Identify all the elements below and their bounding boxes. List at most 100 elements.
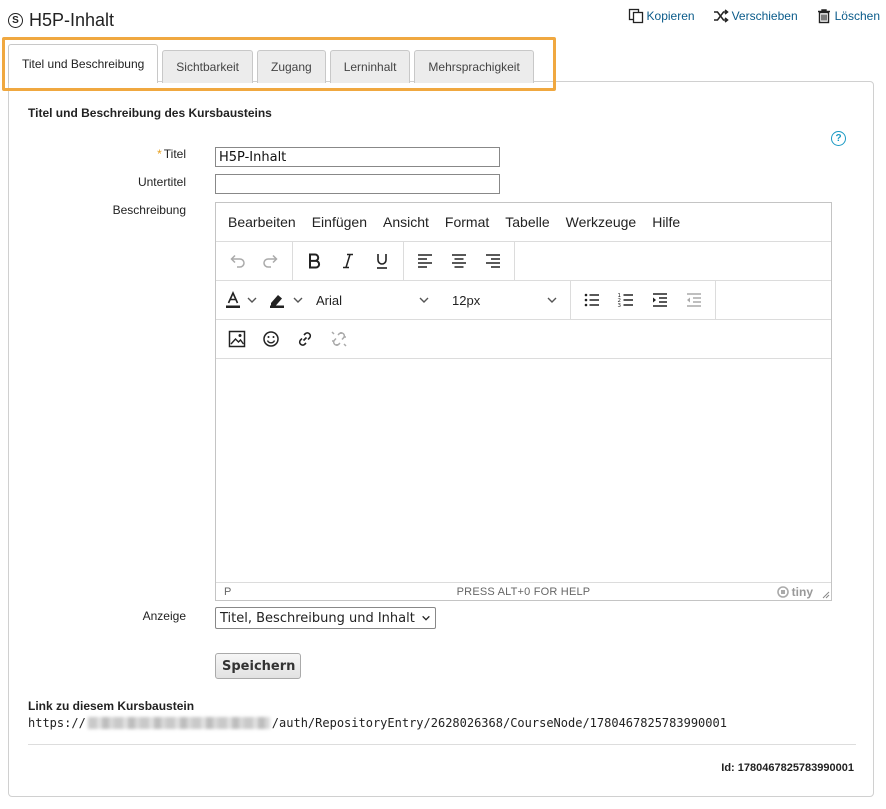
help-hint: PRESS ALT+0 FOR HELP <box>456 585 591 598</box>
link-icon <box>298 332 312 346</box>
required-marker: * <box>157 147 162 161</box>
tiny-brand[interactable]: tiny <box>776 584 813 599</box>
text-color-icon <box>226 291 240 308</box>
copy-label: Kopieren <box>646 9 695 23</box>
toolbar-row-2: Arial 12px 123 <box>216 281 831 320</box>
insert-group <box>216 320 360 358</box>
move-button[interactable]: Verschieben <box>713 8 798 24</box>
chevron-down-icon <box>422 615 430 621</box>
menu-table[interactable]: Tabelle <box>497 214 557 230</box>
chevron-down-icon <box>247 297 257 303</box>
section-title: Titel und Beschreibung des Kursbausteins <box>28 106 272 120</box>
delete-label: Löschen <box>834 9 880 23</box>
font-size-value: 12px <box>452 292 481 308</box>
tab-bar: Titel und Beschreibung Sichtbarkeit Zuga… <box>8 44 534 83</box>
divider <box>28 744 856 745</box>
editor-content-area[interactable] <box>216 360 831 583</box>
indent-button[interactable] <box>643 285 677 315</box>
toolbar-row-3 <box>216 320 831 359</box>
menu-tools[interactable]: Werkzeuge <box>558 214 645 230</box>
highlight-color-dropdown[interactable] <box>292 285 312 315</box>
menu-insert[interactable]: Einfügen <box>304 214 375 230</box>
header-actions: Kopieren Verschieben Löschen <box>628 8 880 24</box>
redo-button[interactable] <box>254 246 288 276</box>
emoji-icon <box>263 331 279 347</box>
link-title: Link zu diesem Kursbaustein <box>28 699 195 713</box>
tab-panel: Titel und Beschreibung des Kursbausteins… <box>8 81 874 797</box>
tab-visibility[interactable]: Sichtbarkeit <box>162 50 253 83</box>
display-select[interactable]: Titel, Beschreibung und Inhalt <box>215 607 436 629</box>
align-right-icon <box>486 254 500 268</box>
node-id: Id: 1780467825783990001 <box>721 762 854 774</box>
subtitle-label: Untertitel <box>137 175 186 189</box>
menu-format[interactable]: Format <box>437 214 497 230</box>
copy-button[interactable]: Kopieren <box>628 8 695 24</box>
font-family-select[interactable]: Arial <box>312 285 442 315</box>
numbered-list-button[interactable]: 123 <box>609 285 643 315</box>
move-label: Verschieben <box>731 9 798 23</box>
align-right-button[interactable] <box>476 246 510 276</box>
tab-multilingual[interactable]: Mehrsprachigkeit <box>414 50 534 83</box>
rich-text-editor: Bearbeiten Einfügen Ansicht Format Tabel… <box>215 202 832 601</box>
italic-button[interactable] <box>331 246 365 276</box>
outdent-button[interactable] <box>677 285 711 315</box>
chevron-down-icon <box>419 297 429 303</box>
format-group <box>293 242 404 280</box>
align-group <box>404 242 515 280</box>
insert-image-button[interactable] <box>220 324 254 354</box>
highlighter-icon <box>270 295 284 308</box>
undo-button[interactable] <box>220 246 254 276</box>
text-color-button[interactable] <box>220 285 246 315</box>
tab-access[interactable]: Zugang <box>257 50 326 83</box>
indent-icon <box>653 293 667 307</box>
align-center-button[interactable] <box>442 246 476 276</box>
redo-icon <box>263 254 278 268</box>
menu-edit[interactable]: Bearbeiten <box>220 214 304 230</box>
delete-button[interactable]: Löschen <box>816 8 880 24</box>
display-select-value: Titel, Beschreibung und Inhalt <box>220 610 415 626</box>
bold-icon <box>309 253 321 269</box>
tab-title-description[interactable]: Titel und Beschreibung <box>8 44 159 83</box>
font-size-select[interactable]: 12px <box>442 285 570 315</box>
menu-view[interactable]: Ansicht <box>375 214 437 230</box>
numbered-list-icon: 123 <box>618 293 633 309</box>
history-group <box>216 242 293 280</box>
bullet-list-button[interactable] <box>575 285 609 315</box>
tiny-logo-icon <box>776 585 789 598</box>
tab-learning-content[interactable]: Lerninhalt <box>329 50 411 83</box>
save-button[interactable]: Speichern <box>215 653 301 679</box>
title-input[interactable] <box>215 147 500 167</box>
image-icon <box>228 330 246 348</box>
unlink-button[interactable] <box>322 324 356 354</box>
page-title: H5P-Inhalt <box>29 10 115 30</box>
tiny-brand-label: tiny <box>791 584 813 599</box>
font-family-value: Arial <box>316 292 343 308</box>
copy-icon <box>628 8 643 24</box>
trash-icon <box>817 9 830 24</box>
resize-handle-icon[interactable] <box>821 590 830 599</box>
insert-link-button[interactable] <box>288 324 322 354</box>
chevron-down-icon <box>293 297 303 303</box>
bold-button[interactable] <box>297 246 331 276</box>
editor-statusbar: P PRESS ALT+0 FOR HELP tiny <box>216 582 831 600</box>
align-center-icon <box>452 254 466 268</box>
undo-icon <box>230 254 245 268</box>
title-label-text: Titel <box>163 147 186 161</box>
underline-button[interactable] <box>365 246 399 276</box>
title-wrap: S H5P-Inhalt <box>8 10 114 31</box>
menu-help[interactable]: Hilfe <box>644 214 688 230</box>
description-label: Beschreibung <box>112 203 186 217</box>
help-icon[interactable]: ? <box>831 131 846 146</box>
subtitle-input[interactable] <box>215 174 500 194</box>
underline-icon <box>377 254 387 269</box>
chevron-down-icon <box>547 297 557 303</box>
highlight-color-button[interactable] <box>262 285 292 315</box>
toolbar-row-1 <box>216 242 831 281</box>
emoji-button[interactable] <box>254 324 288 354</box>
text-color-dropdown[interactable] <box>246 285 262 315</box>
node-link[interactable]: https:// /auth/RepositoryEntry/262802636… <box>28 716 727 730</box>
outdent-icon <box>687 293 701 307</box>
editor-menubar: Bearbeiten Einfügen Ansicht Format Tabel… <box>216 203 831 242</box>
svg-text:3: 3 <box>618 303 622 309</box>
align-left-button[interactable] <box>408 246 442 276</box>
